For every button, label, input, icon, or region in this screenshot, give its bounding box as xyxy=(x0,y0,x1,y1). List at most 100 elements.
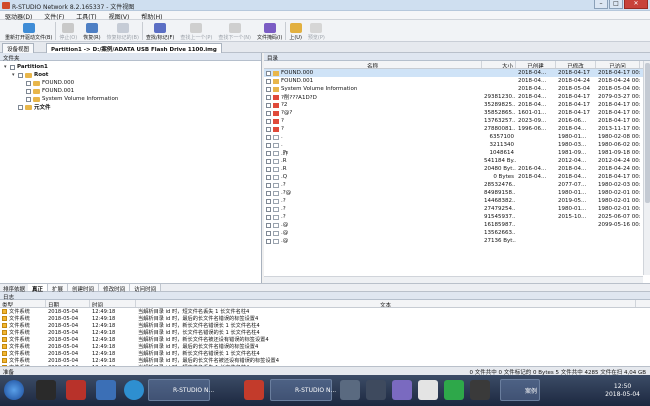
pinned-app-icon[interactable] xyxy=(392,380,412,400)
tree-item-partition1[interactable]: ▾ Partition1 xyxy=(0,63,261,71)
checkbox[interactable] xyxy=(10,64,15,70)
log-row[interactable]: 文件系统 2018-05-04 12:49:18 当解析目录 id 时，短文件名丢失 … xyxy=(0,308,650,315)
col-name[interactable]: 名称 xyxy=(264,61,482,68)
pinned-app-icon[interactable] xyxy=(470,380,490,400)
vertical-scrollbar[interactable] xyxy=(643,61,650,275)
tree-item-system-volume-information[interactable]: System Volume Information xyxy=(0,95,261,103)
checkbox[interactable] xyxy=(266,222,271,228)
file-row[interactable]: .@ 16185987... 2099-05-16 00:00:00 xyxy=(264,221,650,229)
checkbox[interactable] xyxy=(266,158,271,164)
checkbox[interactable] xyxy=(266,214,271,220)
checkbox[interactable] xyxy=(266,206,271,212)
log-row[interactable]: 文件系统 2018-05-04 12:49:18 当解析目录 id 时，新长文件名错误… xyxy=(0,322,650,329)
checkbox[interactable] xyxy=(266,238,271,244)
minimize-button[interactable]: – xyxy=(594,0,608,9)
file-row[interactable]: .昨 1048614 1981-09... 1981-09-18 00:02:04 xyxy=(264,149,650,157)
file-row[interactable]: .? 27479254... 1980-01... 1980-02-01 00:00:… xyxy=(264,205,650,213)
file-row[interactable]: .Q 0 Bytes 2018-04... 2018-04... 2018-04-17 … xyxy=(264,173,650,181)
taskbar-window-rstudio-1[interactable]: R-STUDIO N... xyxy=(148,379,214,401)
horizontal-scrollbar[interactable] xyxy=(264,276,643,283)
checkbox[interactable] xyxy=(266,198,271,204)
close-button[interactable]: ✕ xyxy=(624,0,648,9)
col-size[interactable]: 大小 xyxy=(482,61,516,68)
checkbox[interactable] xyxy=(266,102,271,108)
file-row[interactable]: ?削???A1D?D 29381230... 2018-04... 2018-04-1… xyxy=(264,93,650,101)
file-row[interactable]: .R 541184 By... 2012-04... 2012-04-24 00:00… xyxy=(264,157,650,165)
pinned-app-icon[interactable] xyxy=(418,380,438,400)
file-row[interactable]: .R 20480 Byt... 2016-04... 2018-04... 2018-0… xyxy=(264,165,650,173)
checkbox[interactable] xyxy=(266,86,271,92)
sort-tab-modified[interactable]: 修改时间 xyxy=(99,284,131,293)
file-row[interactable]: System Volume Information 2018-04... 2018-… xyxy=(264,85,650,93)
checkbox[interactable] xyxy=(266,182,271,188)
log-row[interactable]: 文件系统 2018-05-04 12:49:18 当解析目录 id 时，新长文件名错误… xyxy=(0,350,650,357)
col-created[interactable]: 已创建 xyxy=(516,61,556,68)
pinned-app-icon[interactable] xyxy=(96,380,116,400)
file-row[interactable]: ?@? 35852865... 1601-01... 2018-04-17 2018-0… xyxy=(264,109,650,117)
file-row[interactable]: . 6357100 1980-01... 1980-02-08 00:01:28 xyxy=(264,133,650,141)
file-row[interactable]: FOUND.000 2018-04... 2018-04-17 2018-04-17 … xyxy=(264,69,650,77)
checkbox[interactable] xyxy=(26,88,31,94)
log-col-text[interactable]: 文本 xyxy=(136,300,636,307)
reopen-drives-button[interactable]: 重新打开驱动文件(B) xyxy=(2,20,55,41)
checkbox[interactable] xyxy=(266,110,271,116)
file-row[interactable]: . 3211340 1980-03... 1980-06-02 00:00:00 xyxy=(264,141,650,149)
checkbox[interactable] xyxy=(266,94,271,100)
log-col-time[interactable]: 时间 xyxy=(90,300,136,307)
maximize-button[interactable]: □ xyxy=(609,0,623,9)
file-row[interactable]: ? 27880081... 1996-06... 2018-04... 2013-11-… xyxy=(264,125,650,133)
pinned-app-icon[interactable] xyxy=(36,380,56,400)
log-row[interactable]: 文件系统 2018-05-04 12:49:18 当解析目录 id 时，新长文件名被还… xyxy=(0,336,650,343)
checkbox[interactable] xyxy=(266,142,271,148)
preview-button[interactable]: 预览(P) xyxy=(305,20,328,41)
pinned-app-icon[interactable] xyxy=(444,380,464,400)
scroll-thumb[interactable] xyxy=(645,63,650,203)
file-mask-button[interactable]: 文件掩码(I) xyxy=(254,20,285,41)
taskbar-window-folder[interactable]: 案例 xyxy=(500,379,540,401)
file-row[interactable]: ? 13763257... 2023-09... 2016-06... 2018-04-… xyxy=(264,117,650,125)
start-button[interactable] xyxy=(4,380,24,400)
file-row[interactable]: .@ 13562663... xyxy=(264,229,650,237)
checkbox[interactable] xyxy=(266,150,271,156)
log-row[interactable]: 文件系统 2018-05-04 12:49:18 当解析目录 id 时，最后的长文件名… xyxy=(0,357,650,364)
pinned-app-icon[interactable] xyxy=(366,380,386,400)
system-clock[interactable]: 12:50 2018-05-04 xyxy=(605,383,640,399)
tree-item-root[interactable]: ▾ Root xyxy=(0,71,261,79)
sort-tab-extension[interactable]: 扩展 xyxy=(48,284,69,293)
checkbox[interactable] xyxy=(266,230,271,236)
checkbox[interactable] xyxy=(18,104,23,110)
pinned-app-icon[interactable] xyxy=(124,380,144,400)
file-row[interactable]: .? 28532476... 2077-07... 1980-02-03 00:02:… xyxy=(264,181,650,189)
file-row[interactable]: ?2 35289825... 2018-04... 2018-04-17 2018-04… xyxy=(264,101,650,109)
find-next-button[interactable]: 查找下一个(N) xyxy=(215,20,254,41)
pinned-app-icon[interactable] xyxy=(244,380,264,400)
sort-tab-real[interactable]: 真正 xyxy=(28,284,49,293)
file-row[interactable]: FOUND.001 2018-04... 2018-04-24 2018-04-24 … xyxy=(264,77,650,85)
stop-button[interactable]: 停止(O) xyxy=(56,20,80,41)
checkbox[interactable] xyxy=(18,72,23,78)
checkbox[interactable] xyxy=(266,118,271,124)
log-col-date[interactable]: 日期 xyxy=(46,300,90,307)
tab-file-view[interactable]: Partition1 -> D:/案例/ADATA USB Flash Driv… xyxy=(46,43,222,53)
file-row[interactable]: .@ 27136 Byt... xyxy=(264,237,650,245)
tab-device-view[interactable]: 设备视图 xyxy=(2,43,35,53)
log-row[interactable]: 文件系统 2018-05-04 12:49:18 当解析目录 id 时，长文件名错误的… xyxy=(0,329,650,336)
recover-button[interactable]: 恢复(R) xyxy=(80,20,103,41)
tree-item-found001[interactable]: FOUND.001 xyxy=(0,87,261,95)
file-row[interactable]: .? 14468382... 2019-05... 1980-02-01 00:00:… xyxy=(264,197,650,205)
tree-item-metafiles[interactable]: 元文件 xyxy=(0,103,261,111)
gear-icon[interactable] xyxy=(340,380,360,400)
up-button[interactable]: 上(U) xyxy=(286,20,305,41)
recover-marked-button[interactable]: 恢复标记的(B) xyxy=(104,20,142,41)
checkbox[interactable] xyxy=(266,174,271,180)
checkbox[interactable] xyxy=(26,96,31,102)
taskbar-window-rstudio-2[interactable]: R-STUDIO N... xyxy=(270,379,336,401)
checkbox[interactable] xyxy=(266,70,271,76)
find-mark-button[interactable]: 查找/标记(F) xyxy=(143,20,177,41)
checkbox[interactable] xyxy=(266,166,271,172)
file-row[interactable]: .?@ 84989158... 1980-01... 1980-02-01 00:00… xyxy=(264,189,650,197)
checkbox[interactable] xyxy=(266,126,271,132)
log-col-type[interactable]: 类型 xyxy=(0,300,46,307)
file-row[interactable]: .? 91545937... 2015-10... 2025-06-07 00:00:… xyxy=(264,213,650,221)
checkbox[interactable] xyxy=(266,134,271,140)
